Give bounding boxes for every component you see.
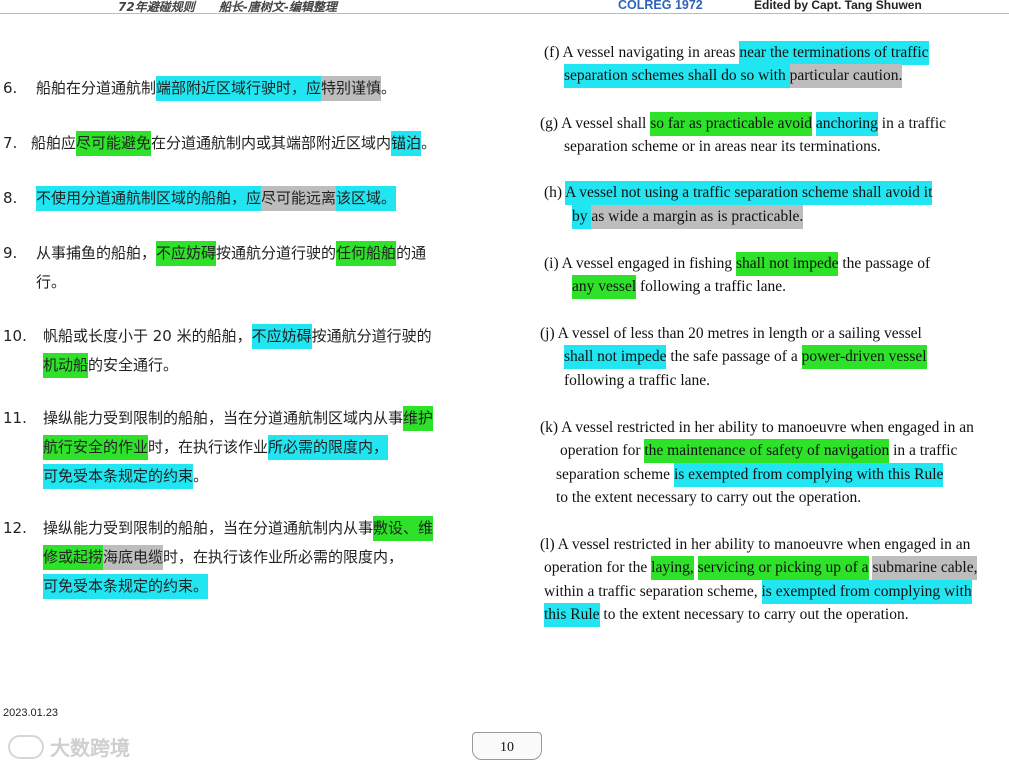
footer-date: 2023.01.23 bbox=[3, 707, 59, 719]
item-number: 6. bbox=[3, 79, 18, 97]
watermark-text: 大数跨境 bbox=[50, 736, 130, 760]
highlight-cyan: shall not impede bbox=[564, 345, 667, 369]
highlight-grey: 尽可能远离 bbox=[261, 186, 337, 211]
text: 的安全通行。 bbox=[88, 356, 179, 374]
highlight-cyan: near the terminations of traffic bbox=[739, 41, 929, 65]
highlight-cyan: is exempted from complying with this Rul… bbox=[673, 463, 944, 487]
highlight-cyan: anchoring bbox=[815, 112, 878, 136]
highlight-grey: as wide a margin as is practicable. bbox=[591, 205, 804, 229]
text: 从事捕鱼的船舶， bbox=[36, 244, 157, 262]
highlight-grey: 特别谨慎 bbox=[321, 76, 382, 101]
text: in a traffic bbox=[877, 115, 947, 132]
text: to the extent necessary to carry out the… bbox=[599, 606, 909, 623]
text: 行。 bbox=[36, 273, 67, 291]
text: operation for the bbox=[544, 559, 652, 576]
text: the passage of bbox=[838, 255, 931, 272]
highlight-green: 尽可能避免 bbox=[76, 131, 152, 156]
text: (g) A vessel shall bbox=[540, 115, 651, 132]
text: separation scheme or in areas near its t… bbox=[564, 138, 881, 155]
text: to the extent necessary to carry out the… bbox=[556, 489, 862, 506]
text: 。 bbox=[381, 79, 397, 97]
text: in a traffic bbox=[889, 442, 958, 459]
highlight-cyan: 不应妨碍 bbox=[251, 324, 312, 349]
highlight-grey: 海底电缆 bbox=[103, 545, 164, 570]
text: (j) A vessel of less than 20 metres in l… bbox=[540, 325, 922, 342]
highlight-green: servicing or picking up of a bbox=[697, 556, 869, 580]
highlight-green: 不应妨碍 bbox=[156, 241, 217, 266]
text: the safe passage of a bbox=[666, 348, 802, 365]
highlight-cyan: 所必需的限度内， bbox=[268, 435, 389, 460]
highlight-cyan: 端部附近区域行驶时，应 bbox=[156, 76, 322, 101]
item-number: 7. bbox=[3, 134, 18, 152]
item-number: 12. bbox=[3, 519, 27, 537]
header-editor: Edited by Capt. Tang Shuwen bbox=[754, 0, 922, 12]
item-number: 9. bbox=[3, 244, 18, 262]
highlight-cyan: 不使用分道通航制区域的船舶，应 bbox=[36, 186, 262, 211]
highlight-green: the maintenance of safety of navigation bbox=[644, 439, 890, 463]
text: following a traffic lane. bbox=[636, 278, 787, 295]
text: operation for bbox=[560, 442, 645, 459]
watermark-logo-icon bbox=[8, 734, 44, 759]
highlight-green: 航行安全的作业 bbox=[43, 435, 149, 460]
text: 操纵能力受到限制的船舶，当在分道通航制内从事 bbox=[43, 519, 374, 537]
highlight-green: any vessel bbox=[572, 275, 637, 299]
highlight-green: 任何船舶 bbox=[336, 241, 397, 266]
highlight-cyan: 该区域。 bbox=[336, 186, 397, 211]
text: 帆船或长度小于 20 米的船舶， bbox=[43, 327, 252, 345]
text: 操纵能力受到限制的船舶，当在分道通航制区域内从事 bbox=[43, 409, 404, 427]
text: 按通航分道行驶的 bbox=[216, 244, 337, 262]
highlight-green: so far as practicable avoid bbox=[650, 112, 813, 136]
highlight-green: shall not impede bbox=[736, 252, 839, 276]
highlight-grey: particular caution. bbox=[789, 64, 903, 88]
highlight-green: 机动船 bbox=[43, 353, 89, 378]
highlight-green: power-driven vessel bbox=[801, 345, 927, 369]
highlight-cyan: this Rule bbox=[544, 603, 600, 627]
page-number: 10 bbox=[472, 732, 542, 760]
text: 在分道通航制内或其端部附近区域内 bbox=[151, 134, 392, 152]
item-number: 8. bbox=[3, 189, 18, 207]
highlight-cyan: 锚泊 bbox=[391, 131, 422, 156]
header-colreg: COLREG 1972 bbox=[618, 0, 703, 12]
text: (f) A vessel navigating in areas bbox=[544, 44, 740, 61]
text: (h) bbox=[544, 184, 566, 201]
item-number: 10. bbox=[3, 327, 27, 345]
highlight-cyan: 可免受本条规定的约束。 bbox=[43, 574, 209, 599]
text: (l) A vessel restricted in her ability t… bbox=[540, 536, 971, 553]
highlight-green: laying, bbox=[651, 556, 694, 580]
text: 时，在执行该作业所必需的限度内， bbox=[163, 548, 404, 566]
watermark: 大数跨境 bbox=[8, 732, 130, 761]
text: separation scheme bbox=[556, 466, 674, 483]
highlight-green: 维护 bbox=[403, 406, 434, 431]
header-author-cn: 船长-唐树文-编辑整理 bbox=[218, 0, 337, 14]
header-title-cn: 72年避碰规则 bbox=[118, 0, 195, 14]
text: 。 bbox=[193, 467, 209, 485]
header-divider bbox=[0, 13, 1009, 14]
highlight-cyan: separation schemes shall do so with bbox=[564, 64, 790, 88]
text: 船舶在分道通航制 bbox=[36, 79, 157, 97]
text: 船舶应 bbox=[31, 134, 77, 152]
text: (k) A vessel restricted in her ability t… bbox=[540, 419, 974, 436]
text: following a traffic lane. bbox=[564, 372, 711, 389]
highlight-cyan: 可免受本条规定的约束 bbox=[43, 464, 194, 489]
highlight-cyan: A vessel not using a traffic separation … bbox=[565, 181, 933, 205]
text: 按通航分道行驶的 bbox=[311, 327, 432, 345]
highlight-green: 修或起捞 bbox=[43, 545, 104, 570]
text: 的通 bbox=[396, 244, 427, 262]
highlight-cyan: by bbox=[572, 205, 592, 229]
text: within a traffic separation scheme, bbox=[544, 583, 762, 600]
text: 时，在执行该作业 bbox=[148, 438, 269, 456]
highlight-grey: submarine cable, bbox=[872, 556, 978, 580]
text: 。 bbox=[421, 134, 437, 152]
text: (i) A vessel engaged in fishing bbox=[544, 255, 736, 272]
highlight-cyan: is exempted from complying with bbox=[761, 580, 972, 604]
item-number: 11. bbox=[3, 409, 27, 427]
highlight-green: 敷设、维 bbox=[373, 516, 434, 541]
